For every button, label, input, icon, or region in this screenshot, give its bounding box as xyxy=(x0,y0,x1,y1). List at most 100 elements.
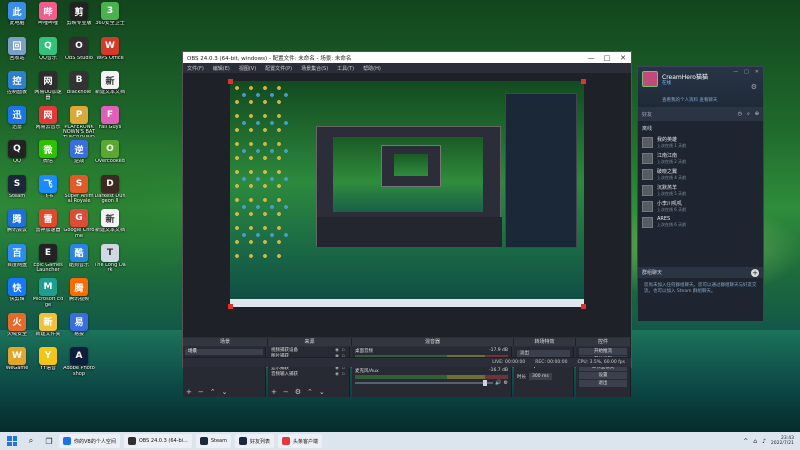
transform-handle[interactable] xyxy=(228,79,233,84)
thunder-icon: 迅 xyxy=(8,105,26,124)
steam-friends-window[interactable]: CreamHero猫猫 在线 查看我的个人资料 查看聊天 — □ ✕ ⚙ 好友 … xyxy=(637,66,764,322)
minimize-icon[interactable]: — xyxy=(733,69,738,75)
obs-menu-bar: 文件(F) 编辑(E) 视图(V) 配置文件(P) 场景集合(S) 工具(T) … xyxy=(183,63,631,73)
friend-item[interactable]: 沉默羔羊 上次在线 5 天前 xyxy=(638,182,763,198)
group-chat-header[interactable]: 群组聊天 + xyxy=(638,267,763,278)
fall-guys-icon: F xyxy=(101,105,119,124)
clock-icon[interactable]: ◷ xyxy=(738,111,742,117)
friend-item[interactable]: 破晓之翼 上次在线 4 天前 xyxy=(638,166,763,182)
desktop-icon-label: 快剪辑 xyxy=(9,297,25,302)
transform-handle[interactable] xyxy=(581,304,586,309)
add-scene-icon[interactable]: + xyxy=(186,388,192,396)
transform-handle[interactable] xyxy=(581,79,586,84)
search-icon[interactable]: ⌕ xyxy=(747,111,750,117)
add-chat-icon[interactable]: + xyxy=(751,268,759,277)
minimize-icon[interactable]: — xyxy=(583,54,599,62)
menu-tools[interactable]: 工具(T) xyxy=(337,65,354,72)
preview-nested-obs xyxy=(316,126,502,247)
speaker-icon[interactable]: 🔊 xyxy=(495,380,501,386)
taskbar-apps: 你的VB的个人空间 OBS 24.0.3 (64-bi... Steam 好友列表 头条… xyxy=(55,434,323,448)
taskbar-app[interactable]: 你的VB的个人空间 xyxy=(59,434,120,448)
desktop-icon-label: Microsoft Edge xyxy=(32,297,64,308)
friend-status: 上次在线 2 天前 xyxy=(657,158,687,164)
gear-icon[interactable]: ⚙ xyxy=(295,388,301,396)
avatar[interactable] xyxy=(642,71,658,87)
add-source-icon[interactable]: + xyxy=(271,388,277,396)
duration-input[interactable]: 300 ms xyxy=(529,373,552,380)
volume-slider[interactable] xyxy=(355,380,494,386)
menu-profile[interactable]: 配置文件(P) xyxy=(265,65,292,72)
desktop-icon[interactable]: Y YY语音 xyxy=(32,347,64,389)
move-up-icon[interactable]: ⌃ xyxy=(210,388,216,396)
desktop-icon-label: 百度网盘 xyxy=(6,262,27,268)
gear-icon[interactable]: ⚙ xyxy=(504,380,508,386)
gear-icon[interactable]: ⚙ xyxy=(751,83,757,91)
menu-file[interactable]: 文件(F) xyxy=(187,65,204,72)
lock-icon[interactable]: ▫ xyxy=(340,372,346,377)
close-icon[interactable]: ✕ xyxy=(615,54,631,62)
friend-status: 上次在线 6 天前 xyxy=(657,222,687,227)
friends-group-header[interactable]: 离线 xyxy=(638,121,763,134)
friend-item[interactable]: 江南江南 上次在线 2 天前 xyxy=(638,150,763,166)
taskbar-app[interactable]: OBS 24.0.3 (64-bi... xyxy=(123,434,192,448)
desktop-icon-label: Overcooked xyxy=(95,159,125,164)
app-icon xyxy=(127,437,136,445)
taskbar-app-label: OBS 24.0.3 (64-bi... xyxy=(138,438,188,444)
start-button-icon[interactable] xyxy=(5,434,19,448)
channel-name: 桌面音频 xyxy=(355,349,373,354)
lock-icon[interactable]: ▫ xyxy=(340,348,346,353)
taskbar-app[interactable]: Steam xyxy=(195,434,231,448)
volume-icon[interactable]: ♪ xyxy=(762,438,766,445)
obs-status-bar: LIVE: 00:00:00 REC: 00:00:00 CPU: 3.5%, … xyxy=(183,357,631,367)
yitou-icon: 易 xyxy=(70,312,88,331)
network-icon[interactable]: ⌂ xyxy=(753,438,757,445)
source-item[interactable]: 音频输入捕获 ◉ ▫ xyxy=(268,371,349,378)
move-up-icon[interactable]: ⌃ xyxy=(307,388,313,396)
task-view-icon[interactable]: ❐ xyxy=(43,437,55,446)
obs-title-bar[interactable]: OBS 24.0.3 (64-bit, windows) - 配置文件: 未命名… xyxy=(183,52,631,63)
move-down-icon[interactable]: ⌄ xyxy=(319,388,325,396)
friend-item[interactable]: 小李川叽叽 上次在线 6 天前 xyxy=(638,198,763,214)
close-icon[interactable]: ✕ xyxy=(755,69,759,75)
remove-source-icon[interactable]: − xyxy=(283,388,289,396)
exit-button[interactable]: 退出 xyxy=(579,380,627,387)
sources-dock-title: 来源 xyxy=(268,338,352,346)
add-friend-icon[interactable]: ⊕ xyxy=(755,111,759,117)
remove-scene-icon[interactable]: − xyxy=(198,388,204,396)
search-icon[interactable]: ⌕ xyxy=(25,436,37,446)
chevron-up-icon[interactable]: ^ xyxy=(743,438,748,445)
taskbar-app[interactable]: 头条客户端 xyxy=(278,434,323,448)
menu-view[interactable]: 视图(V) xyxy=(239,65,256,72)
menu-scene-collection[interactable]: 场景集合(S) xyxy=(301,65,328,72)
desktop-icon[interactable]: T The Long Dark xyxy=(94,243,126,286)
duration-label: 时长 xyxy=(517,374,526,380)
taskbar-app[interactable]: 好友列表 xyxy=(235,434,275,448)
desktop-icon-label: 逆战 xyxy=(73,159,84,164)
menu-edit[interactable]: 编辑(E) xyxy=(213,65,230,72)
desktop-icon[interactable]: A Adobe Photoshop xyxy=(63,347,95,389)
scene-item[interactable]: 场景 xyxy=(185,349,263,355)
maximize-icon[interactable]: □ xyxy=(599,54,615,62)
scene-toolbar: + − ⌃ ⌄ xyxy=(186,388,228,396)
maximize-icon[interactable]: □ xyxy=(744,69,749,75)
transform-handle[interactable] xyxy=(228,304,233,309)
move-down-icon[interactable]: ⌄ xyxy=(222,388,228,396)
preview-canvas[interactable] xyxy=(230,81,584,307)
friends-label: 好友 xyxy=(642,111,653,118)
settings-button[interactable]: 设置 xyxy=(579,372,627,379)
friend-name: 江南江南 xyxy=(657,152,678,159)
taskbar-app-label: 头条客户端 xyxy=(293,438,319,445)
obs-window-title: OBS 24.0.3 (64-bit, windows) - 配置文件: 未命名… xyxy=(187,55,352,62)
user-links[interactable]: 查看我的个人资料 查看聊天 xyxy=(662,97,717,103)
clock[interactable]: 23:43 2022/7/21 xyxy=(771,436,794,447)
desktop-icon[interactable]: W WeGame xyxy=(1,347,33,389)
menu-help[interactable]: 帮助(H) xyxy=(363,65,381,72)
steam-user-header: CreamHero猫猫 在线 查看我的个人资料 查看聊天 — □ ✕ ⚙ xyxy=(638,67,763,107)
friend-item[interactable]: ARES 上次在线 6 天前 xyxy=(638,214,763,230)
nizhan-icon: 逆 xyxy=(70,140,88,158)
friend-item[interactable]: 我的英雄 上次在线 1 天前 xyxy=(638,134,763,150)
yy-icon: Y xyxy=(39,347,57,365)
friends-search-bar[interactable]: 好友 ◷ ⌕ ⊕ xyxy=(638,107,763,121)
obs-window[interactable]: OBS 24.0.3 (64-bit, windows) - 配置文件: 未命名… xyxy=(182,51,632,397)
start-streaming-button[interactable]: 开始推流 xyxy=(579,348,627,355)
